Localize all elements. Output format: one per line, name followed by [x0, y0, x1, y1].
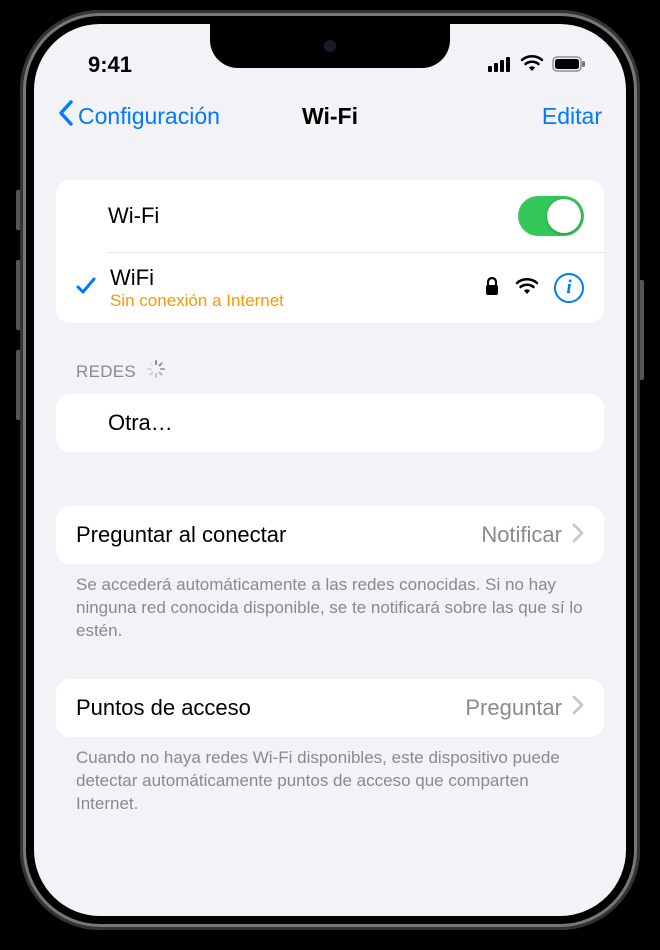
connected-network-row[interactable]: WiFi Sin conexión a Internet i [56, 253, 604, 323]
hotspot-footer: Cuando no haya redes Wi-Fi disponibles, … [56, 737, 604, 816]
hotspot-value: Preguntar [465, 695, 562, 721]
wifi-toggle[interactable] [518, 196, 584, 236]
volume-down [16, 350, 20, 420]
notch [210, 24, 450, 68]
info-icon[interactable]: i [554, 273, 584, 303]
power-button [640, 280, 644, 380]
ask-join-section: Preguntar al conectar Notificar [56, 506, 604, 564]
hotspot-section: Puntos de acceso Preguntar [56, 679, 604, 737]
wifi-signal-icon [514, 276, 540, 301]
wifi-toggle-label: Wi-Fi [108, 203, 518, 229]
ask-join-value: Notificar [481, 522, 562, 548]
chevron-right-icon [572, 523, 584, 548]
nav-title: Wi-Fi [302, 103, 358, 130]
ask-join-label: Preguntar al conectar [76, 522, 481, 548]
battery-icon [552, 52, 586, 78]
status-time: 9:41 [88, 52, 132, 78]
wifi-section: Wi-Fi WiFi Sin conexión a Internet [56, 180, 604, 323]
other-network-label: Otra… [108, 410, 584, 436]
ask-join-footer: Se accederá automáticamente a las redes … [56, 564, 604, 643]
chevron-left-icon [58, 100, 74, 132]
checkmark-icon [74, 274, 98, 303]
screen: 9:41 Configuración Wi-Fi [34, 24, 626, 916]
nav-bar: Configuración Wi-Fi Editar [34, 84, 626, 150]
spinner-icon [146, 359, 166, 384]
cellular-icon [488, 52, 512, 78]
back-label: Configuración [78, 103, 220, 130]
hotspot-label: Puntos de acceso [76, 695, 465, 721]
mute-switch [16, 190, 20, 230]
edit-button[interactable]: Editar [358, 103, 602, 130]
wifi-toggle-row: Wi-Fi [56, 180, 604, 252]
connected-network-name: WiFi [110, 265, 484, 291]
other-network-row[interactable]: Otra… [56, 394, 604, 452]
phone-frame: 9:41 Configuración Wi-Fi [20, 10, 640, 930]
lock-icon [484, 276, 500, 301]
networks-header: Redes [56, 323, 604, 394]
connected-network-status: Sin conexión a Internet [110, 291, 484, 311]
back-button[interactable]: Configuración [58, 100, 302, 132]
ask-join-row[interactable]: Preguntar al conectar Notificar [56, 506, 604, 564]
wifi-icon [520, 52, 544, 78]
networks-section: Otra… [56, 394, 604, 452]
hotspot-row[interactable]: Puntos de acceso Preguntar [56, 679, 604, 737]
volume-up [16, 260, 20, 330]
chevron-right-icon [572, 695, 584, 720]
